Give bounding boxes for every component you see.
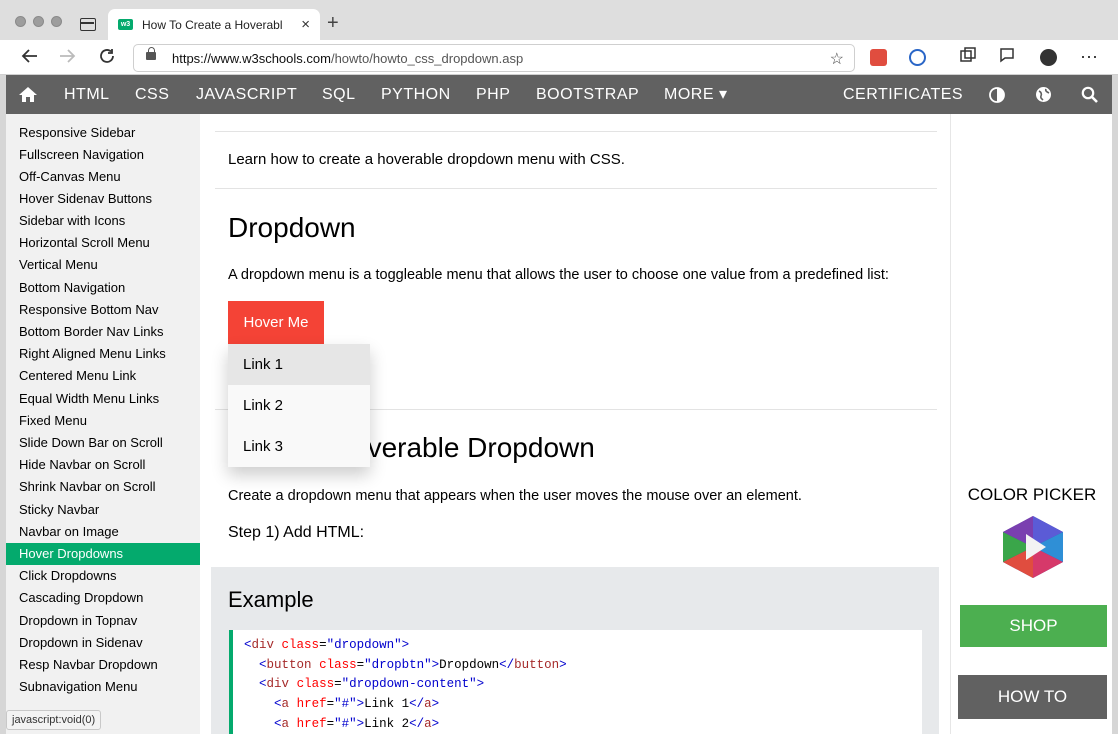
sidebar-item[interactable]: Resp Navbar Dropdown (6, 654, 200, 676)
new-tab-button[interactable]: + (327, 12, 339, 35)
right-column: COLOR PICKER SHOP HOW TO (950, 114, 1112, 734)
topnav-python[interactable]: PYTHON (381, 75, 451, 114)
contrast-icon[interactable] (989, 87, 1005, 108)
code-block: <div class="dropdown"> <button class="dr… (229, 630, 922, 734)
back-arrow-icon[interactable] (21, 47, 39, 70)
example-box: Example <div class="dropdown"> <button c… (211, 567, 939, 734)
intro-text: Learn how to create a hoverable dropdown… (228, 151, 625, 168)
sidebar-item[interactable]: Responsive Bottom Nav (6, 299, 200, 321)
dropdown-menu: Link 1 Link 2 Link 3 (228, 344, 370, 467)
page-heading: Dropdown (228, 212, 356, 243)
status-bar: javascript:void(0) (6, 710, 102, 730)
window-frame-right (1112, 75, 1118, 734)
address-bar[interactable]: https://www.w3schools.com/howto/howto_cs… (133, 44, 855, 72)
more-options-icon[interactable]: ⋯ (1080, 47, 1098, 67)
topnav-php[interactable]: PHP (476, 75, 510, 114)
window-maximize-button[interactable] (51, 16, 62, 27)
color-picker-title: COLOR PICKER (967, 485, 1097, 504)
sidebar-item[interactable]: Fixed Menu (6, 410, 200, 432)
sidebar-item[interactable]: Bottom Border Nav Links (6, 321, 200, 343)
topnav-more[interactable]: MORE ▾ (664, 75, 727, 114)
topnav-javascript[interactable]: JAVASCRIPT (196, 75, 297, 114)
sidebar-item[interactable]: Horizontal Scroll Menu (6, 232, 200, 254)
sidebar-item[interactable]: Subnavigation Menu (6, 676, 200, 698)
sidebar-item[interactable]: Right Aligned Menu Links (6, 343, 200, 365)
sidebar-item[interactable]: Equal Width Menu Links (6, 388, 200, 410)
color-picker-logo[interactable] (998, 514, 1068, 580)
sidebar-item[interactable]: Cascading Dropdown (6, 587, 200, 609)
sidebar-item[interactable]: Off-Canvas Menu (6, 166, 200, 188)
globe-icon[interactable] (1035, 86, 1052, 108)
divider (215, 131, 937, 132)
lock-icon (146, 47, 156, 60)
divider (215, 188, 937, 189)
favorite-star-icon[interactable]: ☆ (830, 49, 844, 69)
sidebar-item[interactable]: Dropdown in Sidenav (6, 632, 200, 654)
browser-tab-bar: w3 How To Create a Hoverable Dr × + (0, 0, 1118, 40)
topnav-sql[interactable]: SQL (322, 75, 356, 114)
sidebar-item[interactable]: Sidebar with Icons (6, 210, 200, 232)
howto-button[interactable]: HOW TO (958, 675, 1107, 719)
window-close-button[interactable] (15, 16, 26, 27)
section-heading: overable Dropdown (352, 432, 595, 463)
browser-toolbar: https://www.w3schools.com/howto/howto_cs… (0, 40, 1118, 75)
tab-title: How To Create a Hoverable Dr (142, 18, 282, 32)
topnav-certificates[interactable]: CERTIFICATES (843, 75, 963, 114)
profile-avatar[interactable] (1040, 49, 1057, 66)
sidebar-item-active[interactable]: Hover Dropdowns (6, 543, 200, 565)
sidebar-item[interactable]: Bottom Navigation (6, 277, 200, 299)
sidebar-item[interactable]: Responsive Sidebar (6, 122, 200, 144)
tab-actions-icon[interactable] (80, 18, 96, 31)
hover-me-button[interactable]: Hover Me (228, 301, 324, 344)
sidebar-item[interactable]: Slide Down Bar on Scroll (6, 432, 200, 454)
window-minimize-button[interactable] (33, 16, 44, 27)
sidebar-item[interactable]: Sticky Navbar (6, 499, 200, 521)
dropdown-link-2[interactable]: Link 2 (228, 385, 370, 426)
sidebar-item[interactable]: Click Dropdowns (6, 565, 200, 587)
home-icon[interactable] (18, 86, 38, 102)
sidebar-item[interactable]: Hide Navbar on Scroll (6, 454, 200, 476)
sidebar-item[interactable]: Dropdown in Topnav (6, 610, 200, 632)
favicon-icon: w3 (118, 19, 133, 30)
feedback-icon[interactable] (999, 47, 1015, 68)
search-icon[interactable] (1081, 86, 1098, 108)
w3-topnav: HTML CSS JAVASCRIPT SQL PYTHON PHP BOOTS… (6, 75, 1112, 114)
topnav-bootstrap[interactable]: BOOTSTRAP (536, 75, 639, 114)
sidebar-item[interactable]: Vertical Menu (6, 254, 200, 276)
sidebar-item[interactable]: Centered Menu Link (6, 365, 200, 387)
sidebar-item[interactable]: Shrink Navbar on Scroll (6, 476, 200, 498)
url-text[interactable]: https://www.w3schools.com/howto/howto_cs… (172, 51, 523, 66)
description-text: A dropdown menu is a toggleable menu tha… (228, 267, 889, 283)
extension-red-icon[interactable] (870, 49, 887, 66)
sidebar-item[interactable]: Fullscreen Navigation (6, 144, 200, 166)
sidebar-item[interactable]: Hover Sidenav Buttons (6, 188, 200, 210)
section-description: Create a dropdown menu that appears when… (228, 488, 802, 504)
reload-icon[interactable] (98, 47, 116, 70)
browser-tab[interactable]: w3 How To Create a Hoverable Dr × (108, 9, 320, 40)
dropdown-link-1[interactable]: Link 1 (228, 344, 370, 385)
example-title: Example (228, 587, 314, 612)
step-label: Step 1) Add HTML: (228, 524, 365, 541)
tab-close-icon[interactable]: × (301, 16, 310, 33)
shop-button[interactable]: SHOP (960, 605, 1107, 647)
collections-icon[interactable] (960, 47, 976, 68)
left-sidebar[interactable]: Responsive Sidebar Fullscreen Navigation… (6, 114, 200, 734)
extension-gauge-icon[interactable] (909, 49, 926, 66)
topnav-html[interactable]: HTML (64, 75, 110, 114)
dropdown-link-3[interactable]: Link 3 (228, 426, 370, 467)
main-content: Learn how to create a hoverable dropdown… (200, 114, 950, 734)
forward-arrow-icon[interactable] (58, 47, 76, 70)
sidebar-item[interactable]: Navbar on Image (6, 521, 200, 543)
topnav-css[interactable]: CSS (135, 75, 169, 114)
